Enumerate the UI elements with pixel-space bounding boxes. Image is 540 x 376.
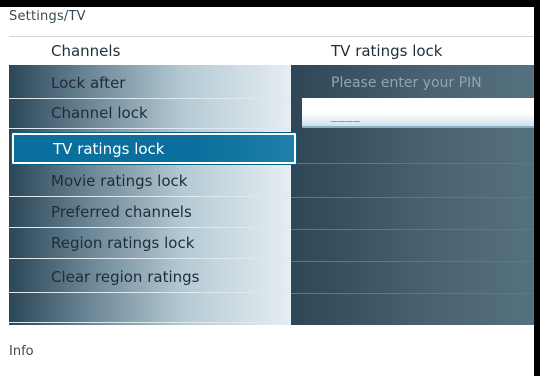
menu-item-tv-ratings-lock[interactable]: TV ratings lock bbox=[12, 133, 296, 164]
menu-item-label: TV ratings lock bbox=[53, 140, 165, 158]
menu-item-region-ratings-lock[interactable]: Region ratings lock bbox=[9, 229, 291, 259]
divider bbox=[291, 197, 534, 198]
menu-header-label: Channels bbox=[51, 42, 121, 60]
breadcrumb: Settings/TV bbox=[9, 9, 86, 24]
menu-item-clear-region-ratings[interactable]: Clear region ratings bbox=[9, 263, 291, 293]
divider bbox=[291, 229, 534, 230]
divider bbox=[291, 163, 534, 164]
menu-item-label: Movie ratings lock bbox=[51, 172, 188, 190]
menu-item-preferred-channels[interactable]: Preferred channels bbox=[9, 198, 291, 228]
menu-header: Channels bbox=[9, 37, 291, 65]
pin-input[interactable]: ____ bbox=[302, 98, 534, 128]
menu-item-lock-after[interactable]: Lock after bbox=[9, 69, 291, 99]
top-border bbox=[0, 0, 540, 7]
pin-prompt: Please enter your PIN bbox=[331, 75, 482, 91]
divider bbox=[291, 293, 534, 294]
tv-ratings-lock-pane: TV ratings lock Please enter your PIN __… bbox=[291, 37, 534, 325]
menu-item-label: Lock after bbox=[51, 74, 126, 92]
menu-item-label: Channel lock bbox=[51, 104, 148, 122]
menu-item-label: Preferred channels bbox=[51, 203, 192, 221]
menu-item-channel-lock[interactable]: Channel lock bbox=[9, 99, 291, 129]
pane-header: TV ratings lock bbox=[291, 37, 534, 65]
menu-item-movie-ratings-lock[interactable]: Movie ratings lock bbox=[9, 167, 291, 197]
pin-value: ____ bbox=[331, 108, 361, 123]
info-label: Info bbox=[9, 344, 34, 359]
right-border bbox=[534, 0, 540, 376]
menu-item-empty bbox=[9, 293, 291, 323]
menu-item-label: Clear region ratings bbox=[51, 268, 200, 286]
menu-item-label: Region ratings lock bbox=[51, 234, 195, 252]
pane-title: TV ratings lock bbox=[331, 42, 443, 60]
channels-menu: Channels Lock after Channel lock TV rati… bbox=[9, 37, 296, 325]
divider bbox=[291, 261, 534, 262]
settings-panel: Channels Lock after Channel lock TV rati… bbox=[9, 36, 534, 325]
